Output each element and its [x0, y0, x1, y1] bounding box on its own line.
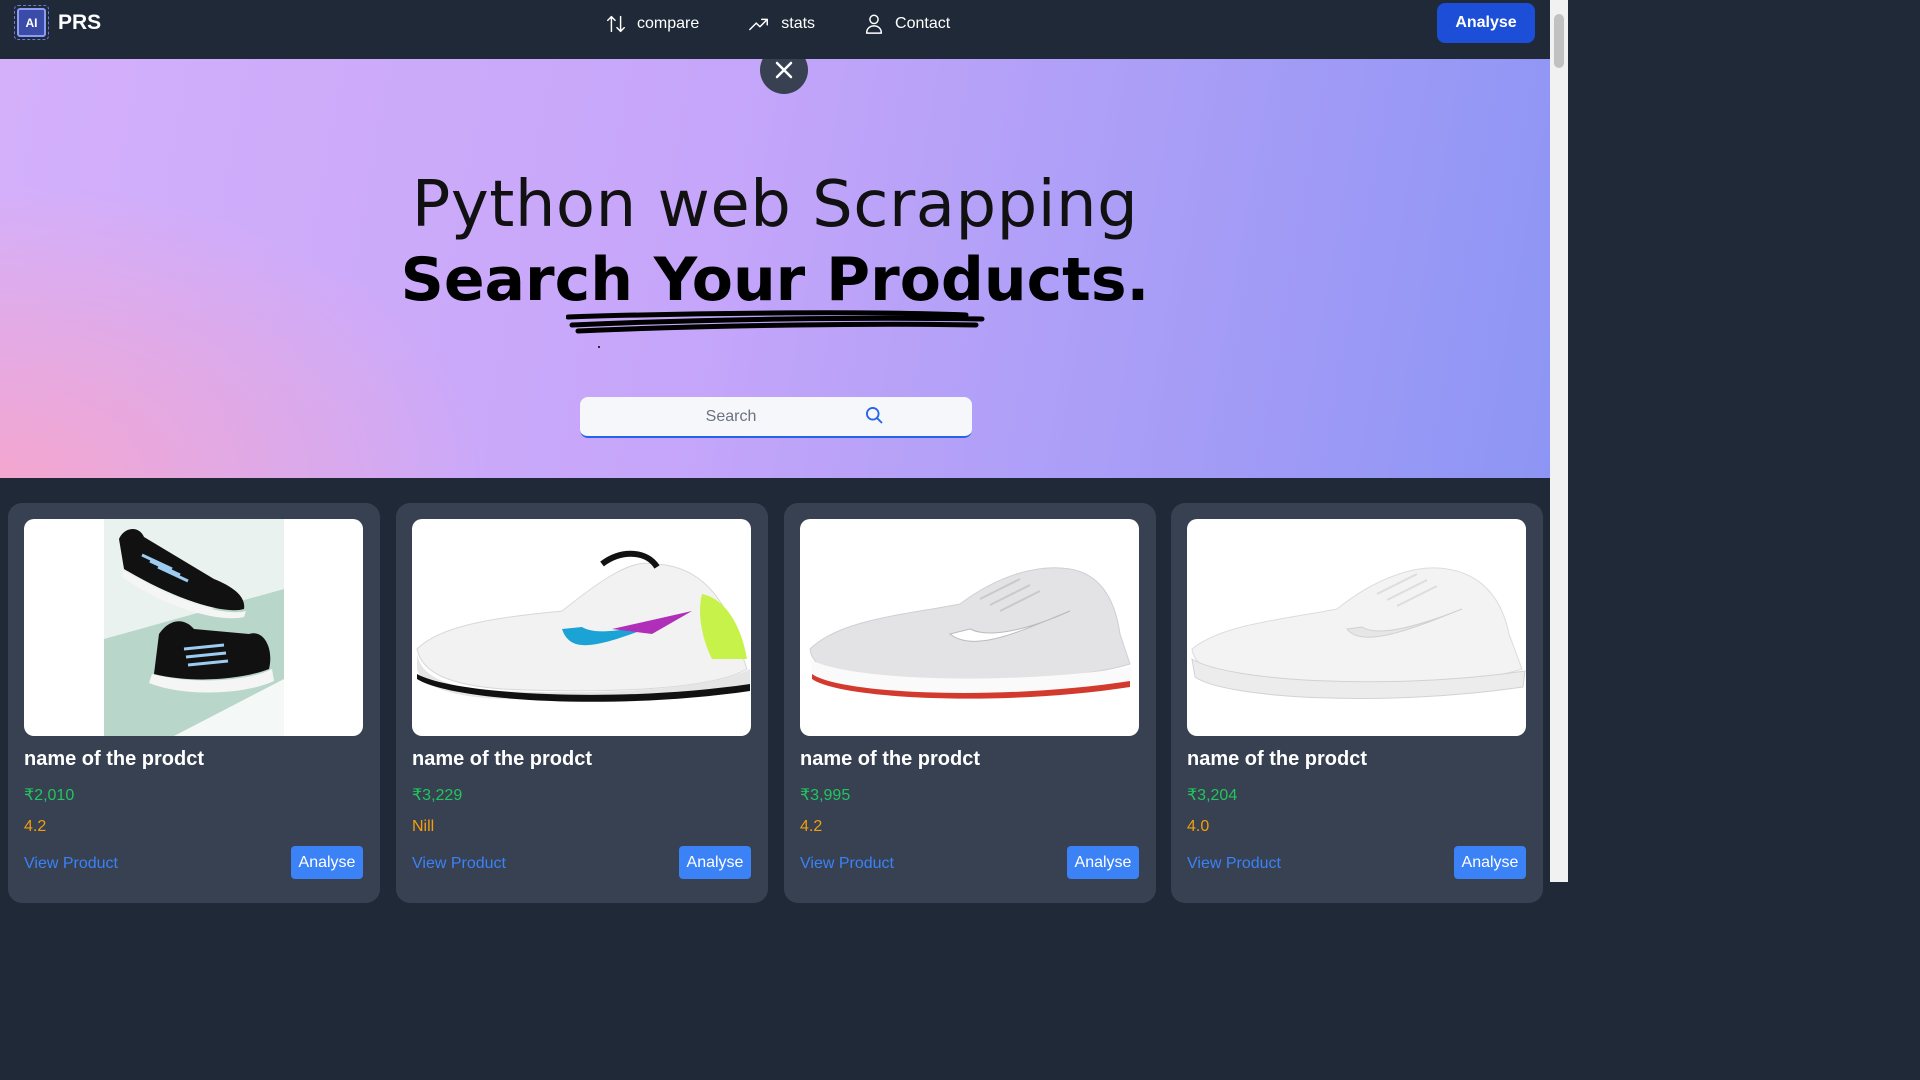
analyse-product-button[interactable]: Analyse	[679, 846, 751, 879]
hero-section: Python web Scrapping Search Your Product…	[0, 59, 1550, 478]
product-grid: name of the prodct ₹2,010 4.2 View Produ…	[0, 478, 1550, 903]
analyse-product-button[interactable]: Analyse	[1454, 846, 1526, 879]
nav-link-compare[interactable]: compare	[605, 13, 699, 35]
nav-link-stats[interactable]: stats	[747, 13, 815, 35]
product-image[interactable]	[24, 519, 363, 736]
search-icon[interactable]	[864, 405, 884, 425]
nav-link-contact[interactable]: Contact	[863, 12, 950, 36]
view-product-link[interactable]: View Product	[800, 855, 894, 873]
analyse-button[interactable]: Analyse	[1437, 3, 1535, 43]
navbar: AI PRS compare stats Contact Analyse	[0, 0, 1550, 59]
nav-link-label: Contact	[895, 15, 951, 32]
brand-name: PRS	[58, 10, 102, 34]
product-name: name of the prodct	[24, 748, 205, 770]
underline-scribble-icon	[566, 310, 985, 348]
nav-links: compare stats Contact	[605, 0, 998, 48]
product-name: name of the prodct	[800, 748, 981, 770]
product-price: ₹2,010	[24, 787, 75, 804]
product-rating: 4.2	[24, 818, 47, 835]
ai-chip-logo-icon: AI	[14, 5, 49, 40]
product-price: ₹3,995	[800, 787, 851, 804]
view-product-link[interactable]: View Product	[24, 855, 118, 873]
product-image[interactable]	[800, 519, 1139, 736]
product-rating: 4.0	[1187, 818, 1210, 835]
scrollbar[interactable]	[1550, 0, 1568, 882]
search-input[interactable]	[606, 407, 856, 426]
view-product-link[interactable]: View Product	[1187, 855, 1281, 873]
product-name: name of the prodct	[1187, 748, 1368, 770]
trending-up-icon	[749, 18, 769, 31]
analyse-product-button[interactable]: Analyse	[291, 846, 363, 879]
product-rating: Nill	[412, 818, 435, 835]
product-image[interactable]	[1187, 519, 1526, 736]
product-rating: 4.2	[800, 818, 823, 835]
scrollbar-thumb[interactable]	[1554, 14, 1564, 68]
nav-link-label: compare	[637, 15, 700, 32]
hero-title: Search Your Products.	[400, 245, 1150, 315]
close-button[interactable]	[760, 59, 808, 94]
arrows-up-down-icon	[607, 15, 625, 33]
product-name: name of the prodct	[412, 748, 593, 770]
product-image[interactable]	[412, 519, 751, 736]
hero-subtitle: Python web Scrapping	[411, 168, 1139, 242]
product-price: ₹3,204	[1187, 787, 1238, 804]
product-card: name of the prodct ₹2,010 4.2 View Produ…	[8, 503, 380, 903]
brand[interactable]: AI PRS	[14, 5, 102, 40]
product-card: name of the prodct ₹3,229 Nill View Prod…	[396, 503, 768, 903]
close-icon	[775, 61, 793, 79]
product-price: ₹3,229	[412, 787, 463, 804]
user-icon	[865, 14, 883, 34]
search-box	[580, 397, 972, 438]
product-card: name of the prodct ₹3,995 4.2 View Produ…	[784, 503, 1156, 903]
analyse-product-button[interactable]: Analyse	[1067, 846, 1139, 879]
product-card: name of the prodct ₹3,204 4.0 View Produ…	[1171, 503, 1543, 903]
view-product-link[interactable]: View Product	[412, 855, 506, 873]
nav-link-label: stats	[781, 15, 816, 32]
